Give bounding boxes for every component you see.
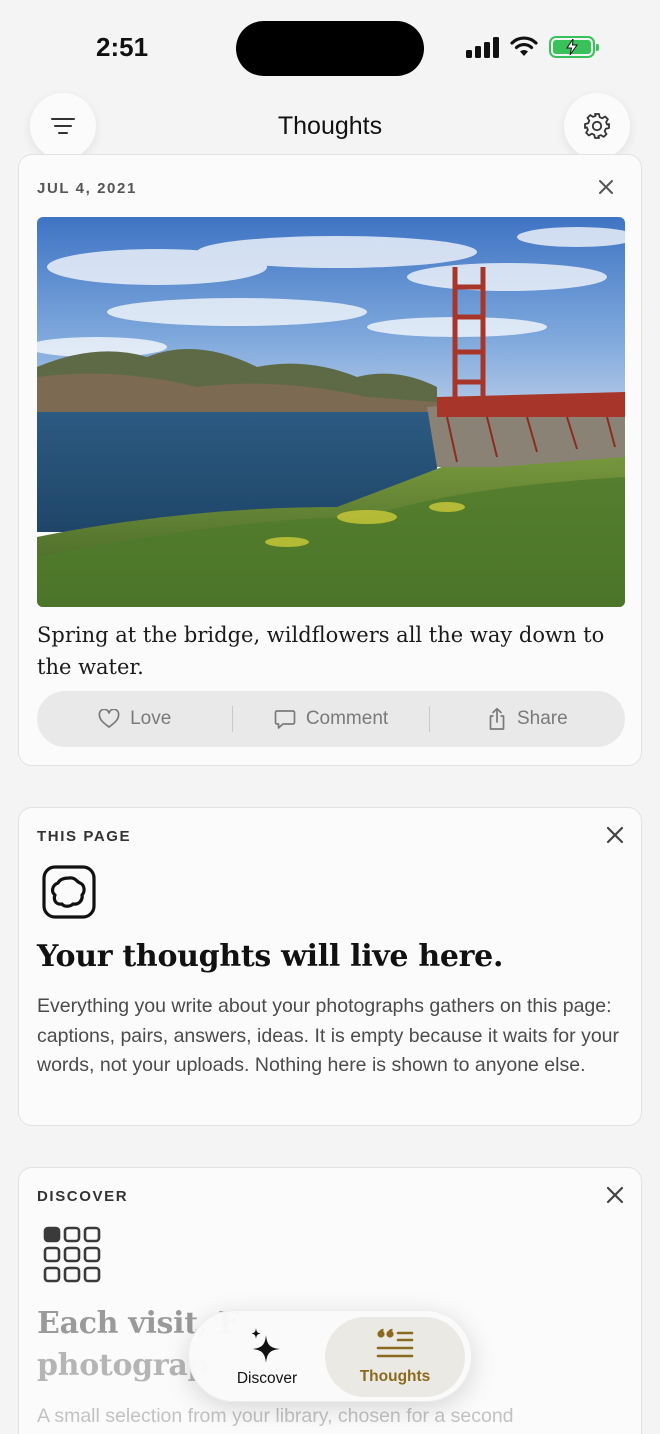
dynamic-island	[236, 21, 424, 76]
gear-icon	[584, 113, 610, 139]
love-button[interactable]: Love	[37, 708, 232, 730]
status-bar: 2:51	[0, 0, 660, 96]
entry-caption: Spring at the bridge, wildflowers all th…	[37, 623, 605, 679]
close-icon[interactable]	[604, 1184, 626, 1206]
tab-thoughts[interactable]: Thoughts	[339, 1311, 451, 1403]
discover-headline-line2: photograp	[37, 1348, 209, 1383]
entry-action-bar: Love Comment Share	[37, 691, 625, 747]
blob-square-icon	[42, 865, 96, 919]
grid-icon	[43, 1226, 101, 1283]
share-icon	[489, 707, 505, 730]
entry-date: JUL 4, 2021	[37, 180, 137, 197]
entry-card: JUL 4, 2021 Spring at the bridge, wildfl…	[18, 154, 642, 766]
wifi-icon	[510, 36, 538, 56]
settings-button[interactable]	[564, 93, 630, 159]
close-icon[interactable]	[595, 176, 617, 198]
comment-label: Comment	[305, 708, 389, 729]
quote-lines-icon	[376, 1328, 414, 1358]
share-label: Share	[516, 708, 568, 729]
sparkle-icon	[251, 1328, 280, 1363]
entry-photo[interactable]	[37, 217, 625, 607]
share-button[interactable]: Share	[430, 707, 625, 731]
bottom-tab-bar: Discover Thoughts	[188, 1310, 472, 1402]
close-icon[interactable]	[604, 824, 626, 846]
love-label: Love	[130, 708, 172, 729]
page-title: Thoughts	[277, 112, 383, 140]
heart-icon	[98, 709, 120, 728]
cellular-signal-icon	[466, 36, 499, 58]
tab-discover[interactable]: Discover	[211, 1311, 323, 1403]
status-icons	[466, 36, 599, 58]
tab-discover-label: Discover	[236, 1370, 298, 1387]
comment-icon	[274, 709, 296, 729]
this-page-body: Everything you write about your photogra…	[37, 995, 620, 1076]
tab-thoughts-label: Thoughts	[359, 1368, 431, 1385]
discover-body: A small selection from your library, cho…	[37, 1405, 514, 1427]
comment-button[interactable]: Comment	[233, 708, 428, 730]
battery-icon	[549, 36, 599, 58]
this-page-headline: Your thoughts will live here.	[37, 939, 504, 974]
discover-label: DISCOVER	[37, 1188, 129, 1205]
this-page-card: THIS PAGE Your thoughts will live here. …	[18, 807, 642, 1126]
status-time: 2:51	[96, 32, 149, 62]
this-page-label: THIS PAGE	[37, 828, 132, 845]
